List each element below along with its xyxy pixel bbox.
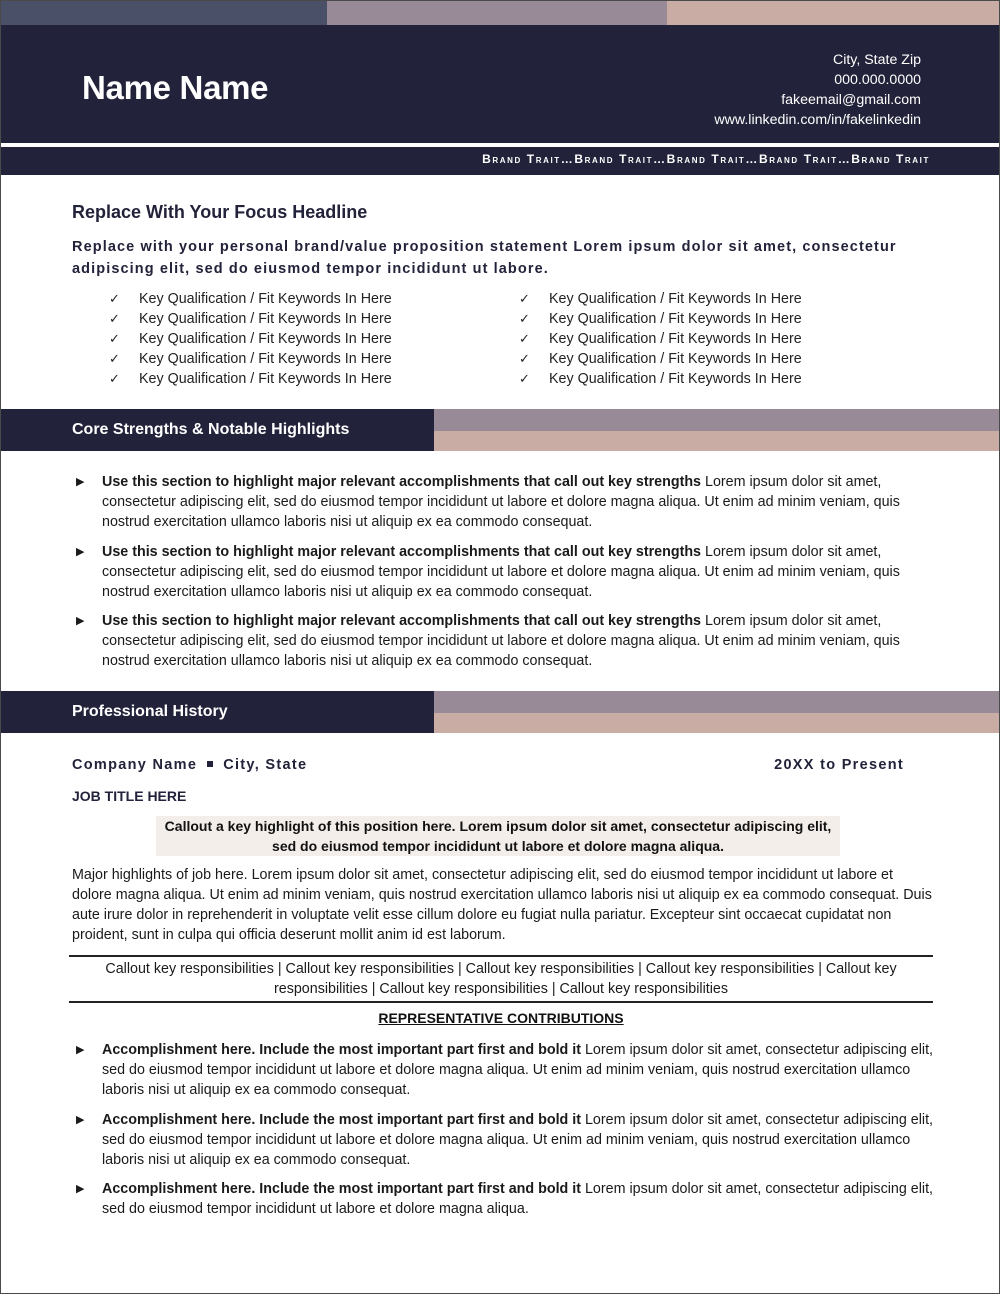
candidate-name: Name Name	[82, 69, 269, 106]
qualification-item: ✓ Key Qualification / Fit Keywords In Her…	[109, 369, 519, 389]
checkmark-icon: ✓	[109, 371, 120, 386]
qualification-item: ✓ Key Qualification / Fit Keywords In Her…	[109, 309, 519, 329]
header-banner: Name Name City, State Zip 000.000.0000 f…	[1, 25, 999, 143]
strip-rose	[667, 1, 999, 25]
qualification-text: Key Qualification / Fit Keywords In Here	[549, 291, 802, 307]
checkmark-icon: ✓	[519, 371, 530, 386]
triangle-bullet-icon: ▶	[76, 1183, 85, 1195]
checkmark-icon: ✓	[519, 291, 530, 306]
company-line: Company Name City, State	[72, 757, 307, 773]
qualification-item: ✓ Key Qualification / Fit Keywords In Her…	[519, 349, 859, 369]
contributions-heading: REPRESENTATIVE CONTRIBUTIONS	[378, 1010, 624, 1026]
employment-dates: 20XX to Present	[774, 757, 904, 773]
checkmark-icon: ✓	[109, 351, 120, 366]
resume-page: Name Name City, State Zip 000.000.0000 f…	[0, 0, 1000, 1294]
brand-statement: Replace with your personal brand/value p…	[72, 239, 897, 277]
bullet-lead: Use this section to highlight major rele…	[102, 474, 702, 490]
qualification-item: ✓ Key Qualification / Fit Keywords In Her…	[109, 349, 519, 369]
triangle-bullet-icon: ▶	[76, 1044, 85, 1056]
qualification-text: Key Qualification / Fit Keywords In Here	[549, 371, 802, 387]
bullet-lead: Use this section to highlight major rele…	[102, 543, 702, 560]
qualification-text: Key Qualification / Fit Keywords In Here	[139, 371, 392, 387]
company-name: Company Name	[72, 757, 198, 773]
triangle-bullet-icon: ▶	[76, 545, 85, 558]
checkmark-icon: ✓	[519, 311, 530, 326]
checkmark-icon: ✓	[109, 291, 120, 306]
contribution-item: ▶ Accomplishment here. Include the most i…	[76, 1040, 936, 1100]
contribution-item: ▶ Accomplishment here. Include the most i…	[76, 1179, 936, 1219]
qualification-item: ✓ Key Qualification / Fit Keywords In Her…	[519, 289, 859, 309]
qualification-item: ✓ Key Qualification / Fit Keywords In Her…	[519, 329, 859, 349]
section-accent-rose	[434, 713, 999, 733]
checkmark-icon: ✓	[519, 351, 530, 366]
major-highlights: Major highlights of job here. Lorem ipsu…	[72, 867, 932, 943]
qualification-item: ✓ Key Qualification / Fit Keywords In Her…	[519, 369, 859, 389]
top-color-strip	[1, 1, 999, 25]
qualification-text: Key Qualification / Fit Keywords In Here	[139, 291, 392, 307]
contact-linkedin[interactable]: www.linkedin.com/in/fakelinkedin	[714, 110, 921, 130]
contact-phone: 000.000.0000	[834, 72, 921, 88]
contact-block: City, State Zip 000.000.0000 fakeemail@g…	[714, 50, 921, 130]
qualification-text: Key Qualification / Fit Keywords In Here	[139, 351, 392, 367]
qualification-text: Key Qualification / Fit Keywords In Here	[139, 331, 392, 347]
contributions-list: ▶ Accomplishment here. Include the most i…	[76, 1040, 936, 1229]
brand-trait-bar: Brand Trait…Brand Trait…Brand Trait…Bran…	[1, 147, 999, 175]
focus-headline: Replace With Your Focus Headline	[72, 202, 368, 222]
core-strengths-list: ▶ Use this section to highlight major rel…	[76, 472, 936, 681]
responsibilities-bar: Callout key responsibilities | Callout k…	[69, 955, 933, 1003]
core-strength-item: ▶ Use this section to highlight major rel…	[76, 542, 936, 602]
section-header-professional-history: Professional History	[1, 691, 999, 733]
qualification-text: Key Qualification / Fit Keywords In Here	[549, 311, 802, 327]
position-callout: Callout a key highlight of this position…	[156, 816, 840, 856]
qualification-item: ✓ Key Qualification / Fit Keywords In Her…	[109, 289, 519, 309]
triangle-bullet-icon: ▶	[76, 1113, 85, 1126]
triangle-bullet-icon: ▶	[76, 476, 85, 488]
qualification-text: Key Qualification / Fit Keywords In Here	[139, 311, 392, 327]
contact-email[interactable]: fakeemail@gmail.com	[714, 90, 921, 110]
brand-traits: Brand Trait…Brand Trait…Brand Trait…Bran…	[482, 152, 930, 166]
company-location: City, State	[223, 757, 308, 773]
section-accent-mauve	[434, 409, 999, 431]
contact-location: City, State Zip	[832, 52, 921, 68]
strip-slate	[1, 1, 327, 25]
section-header-core-strengths: Core Strengths & Notable Highlights	[1, 409, 999, 451]
section-title: Core Strengths & Notable Highlights	[72, 421, 350, 438]
bullet-lead: Accomplishment here. Include the most im…	[102, 1042, 581, 1058]
section-accent-mauve	[434, 691, 999, 713]
qualification-text: Key Qualification / Fit Keywords In Here	[549, 351, 802, 367]
job-title: JOB TITLE HERE	[72, 788, 187, 804]
contribution-item: ▶ Accomplishment here. Include the most i…	[76, 1110, 936, 1170]
square-bullet-icon	[207, 760, 214, 767]
qualifications-list: ✓ Key Qualification / Fit Keywords In Her…	[109, 289, 869, 389]
bullet-lead: Use this section to highlight major rele…	[102, 613, 702, 629]
triangle-bullet-icon: ▶	[76, 615, 85, 627]
bullet-lead: Accomplishment here. Include the most im…	[102, 1111, 581, 1128]
checkmark-icon: ✓	[109, 311, 120, 326]
core-strength-item: ▶ Use this section to highlight major rel…	[76, 611, 936, 671]
qualification-item: ✓ Key Qualification / Fit Keywords In Her…	[109, 329, 519, 349]
qualification-text: Key Qualification / Fit Keywords In Here	[549, 331, 802, 347]
bullet-lead: Accomplishment here. Include the most im…	[102, 1181, 581, 1197]
checkmark-icon: ✓	[519, 331, 530, 346]
core-strength-item: ▶ Use this section to highlight major rel…	[76, 472, 936, 532]
section-accent-rose	[434, 431, 999, 451]
section-title: Professional History	[72, 703, 228, 720]
qualification-item: ✓ Key Qualification / Fit Keywords In Her…	[519, 309, 859, 329]
checkmark-icon: ✓	[109, 331, 120, 346]
strip-mauve	[327, 1, 667, 25]
